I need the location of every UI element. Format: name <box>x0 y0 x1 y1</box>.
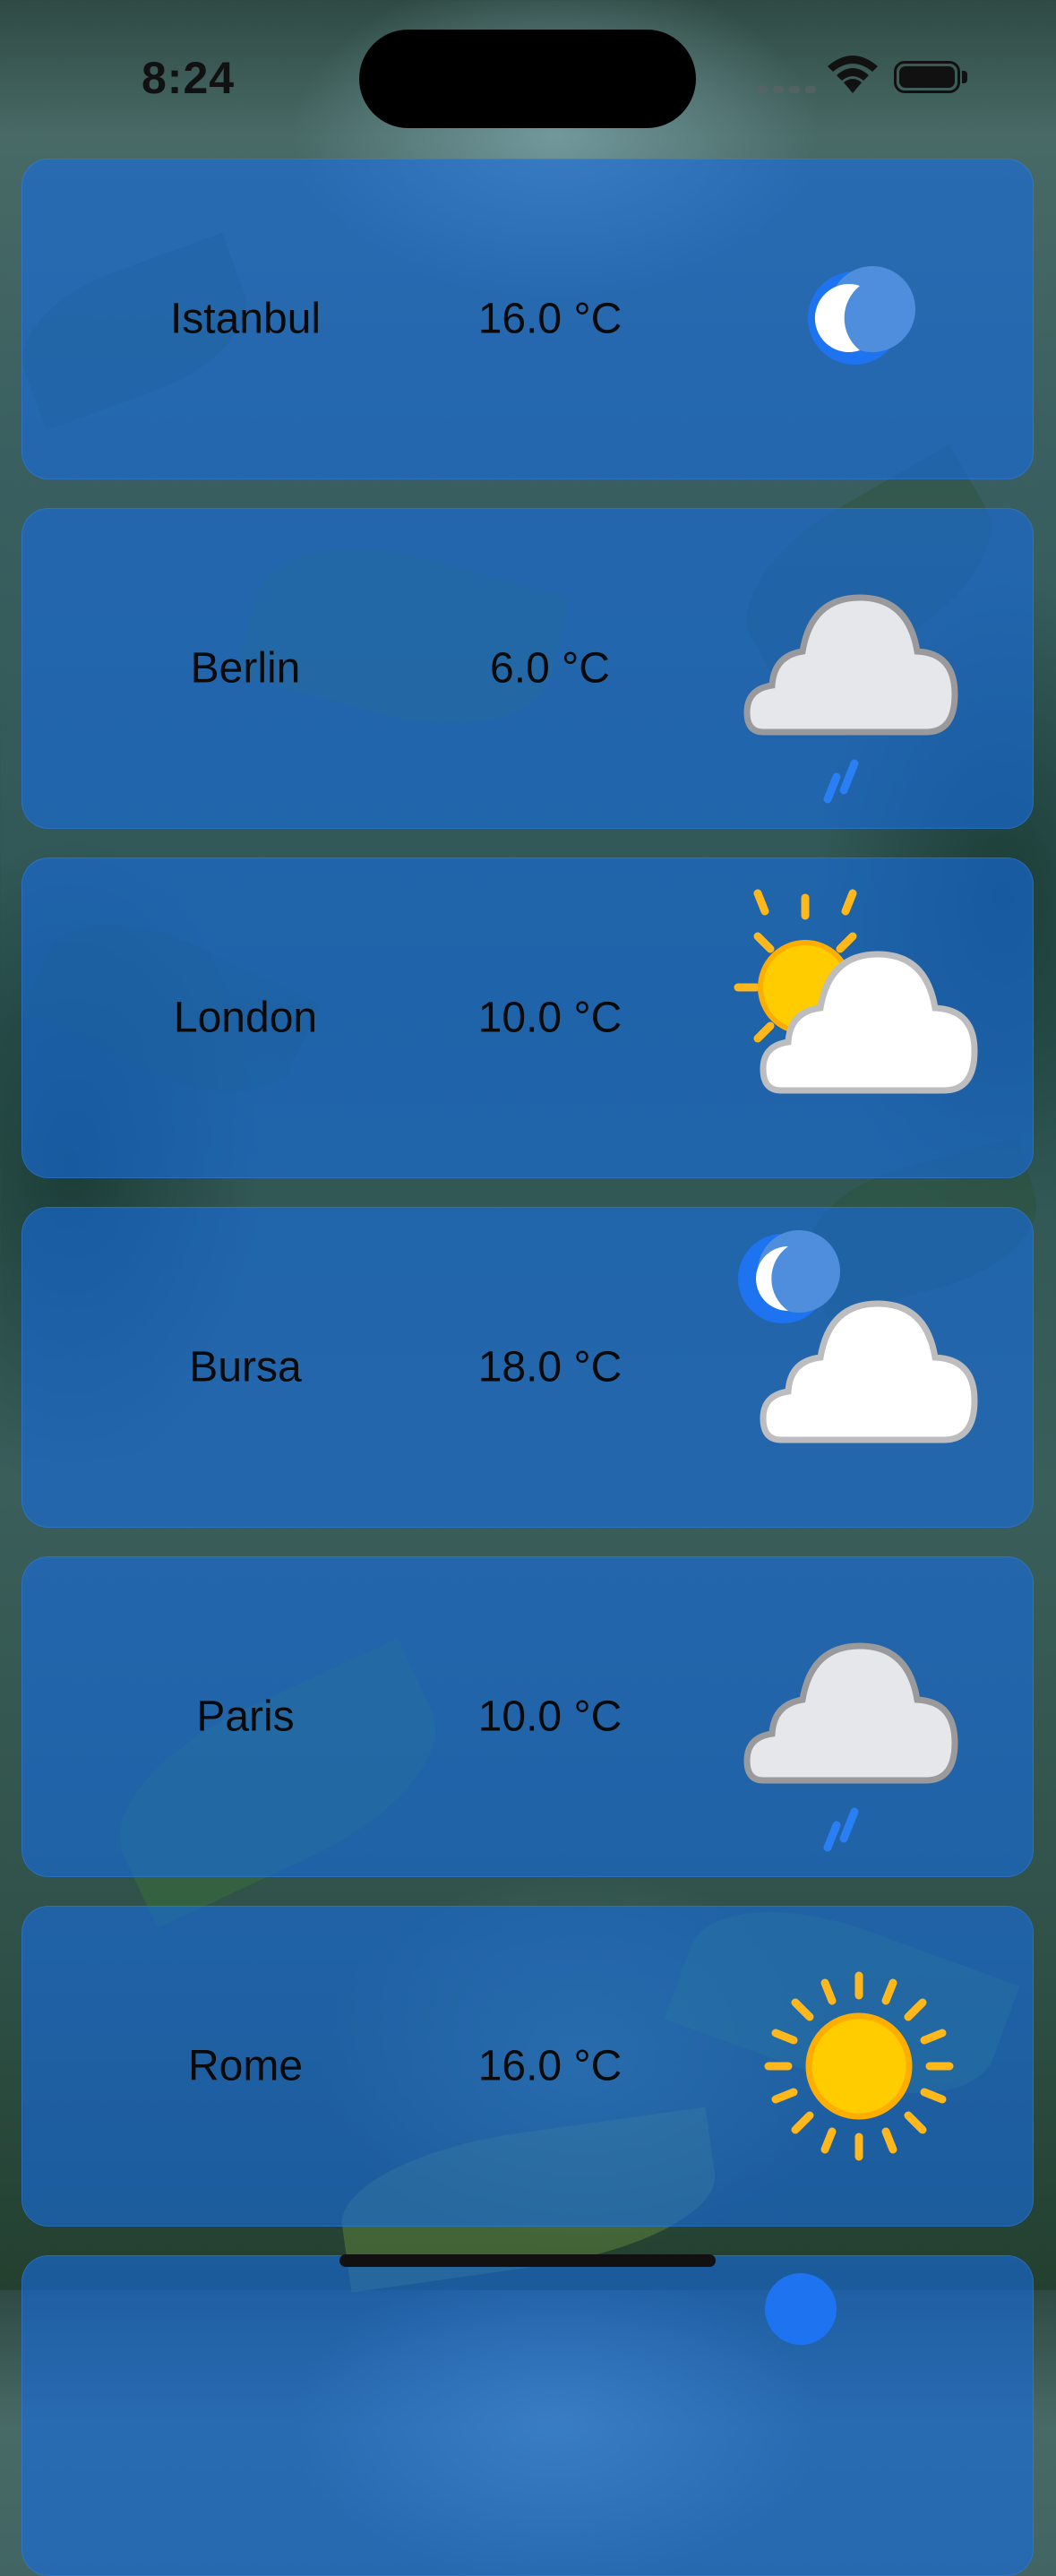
cloud-rain-icon <box>702 508 1007 829</box>
moon-icon <box>702 2255 1007 2576</box>
city-card-partial[interactable] <box>21 2255 1034 2576</box>
city-card-rome[interactable]: Rome 16.0 °C <box>21 1906 1034 2227</box>
city-name: Istanbul <box>169 295 322 343</box>
city-card-istanbul[interactable]: Istanbul 16.0 °C <box>21 159 1034 479</box>
city-name: London <box>173 994 318 1042</box>
city-name: Berlin <box>190 644 301 693</box>
status-time: 8:24 <box>142 53 236 103</box>
city-temperature: 6.0 °C <box>490 644 610 693</box>
city-card-bursa[interactable]: Bursa 18.0 °C <box>21 1207 1034 1528</box>
status-bar: 8:24 <box>0 0 1056 143</box>
moon-icon <box>702 159 1007 479</box>
city-temperature: 18.0 °C <box>477 1343 622 1391</box>
city-temperature: 16.0 °C <box>477 2042 622 2090</box>
city-card-berlin[interactable]: Berlin 6.0 °C <box>21 508 1034 829</box>
city-card-paris[interactable]: Paris 10.0 °C <box>21 1556 1034 1877</box>
city-card-london[interactable]: London 10.0 °C <box>21 857 1034 1178</box>
dynamic-island <box>359 30 696 128</box>
sun-icon <box>702 1906 1007 2227</box>
city-temperature: 16.0 °C <box>477 295 622 343</box>
home-indicator[interactable] <box>339 2254 716 2267</box>
battery-icon <box>894 61 960 93</box>
city-name: Bursa <box>189 1343 302 1391</box>
battery-cap <box>962 71 967 83</box>
city-weather-list: Istanbul 16.0 °C Berlin 6.0 °C London 10… <box>0 0 1056 2576</box>
city-temperature: 10.0 °C <box>477 1693 622 1741</box>
city-name: Rome <box>187 2042 304 2090</box>
sun-behind-cloud-icon <box>702 857 1007 1178</box>
wifi-icon <box>826 54 880 97</box>
city-temperature: 10.0 °C <box>477 994 622 1042</box>
cloud-rain-icon <box>702 1556 1007 1877</box>
city-name: Paris <box>196 1693 295 1741</box>
moon-cloud-icon <box>702 1207 1007 1528</box>
